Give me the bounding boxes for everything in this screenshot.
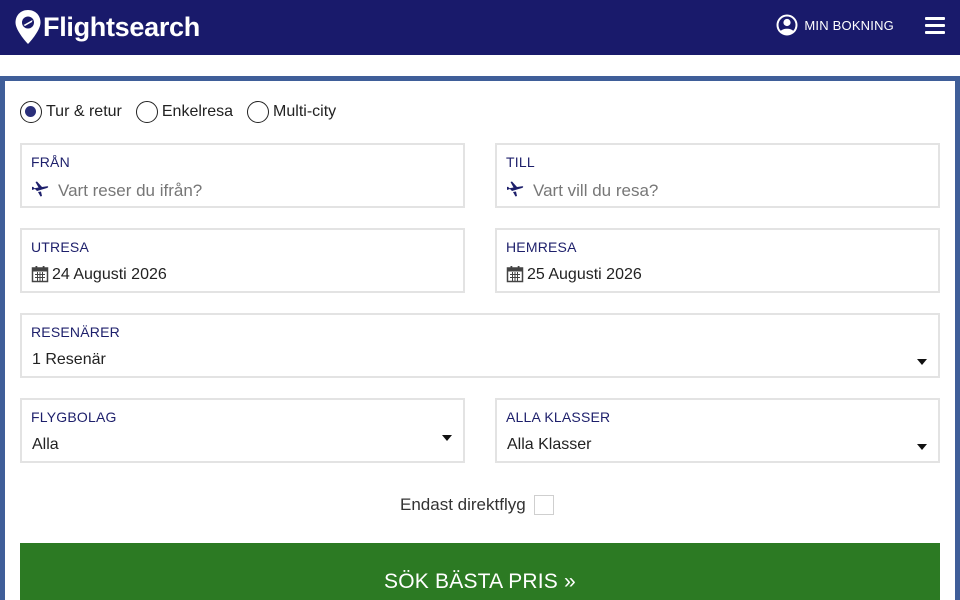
radio-multi-city[interactable]: Multi-city — [247, 101, 336, 123]
departure-date-field[interactable]: UTRESA 24 Augusti 2026 — [20, 228, 465, 293]
airplane-icon — [507, 181, 524, 197]
calendar-icon — [31, 266, 49, 283]
radio-label: Tur & retur — [46, 103, 122, 120]
airplane-icon — [32, 181, 49, 197]
airline-label: FLYGBOLAG — [31, 409, 117, 425]
return-date-value: 25 Augusti 2026 — [527, 266, 642, 283]
return-label: HEMRESA — [506, 239, 577, 255]
departure-label: UTRESA — [31, 239, 89, 255]
my-booking-link[interactable]: MIN BOKNING — [776, 14, 894, 36]
direct-flights-option: Endast direktflyg — [400, 494, 554, 516]
my-booking-label: MIN BOKNING — [804, 17, 894, 33]
to-label: TILL — [506, 154, 535, 170]
direct-flights-checkbox[interactable] — [533, 495, 554, 515]
radio-round-trip[interactable]: Tur & retur — [20, 101, 122, 123]
radio-circle-checked[interactable] — [20, 101, 42, 123]
caret-down-icon — [917, 444, 927, 450]
caret-down-icon — [917, 359, 927, 365]
hamburger-menu-button[interactable] — [925, 17, 945, 35]
map-pin-icon — [15, 10, 41, 44]
search-button[interactable]: SÖK BÄSTA PRIS » — [20, 543, 940, 600]
hamburger-icon — [925, 17, 945, 20]
direct-flights-label: Endast direktflyg — [400, 495, 526, 514]
travelers-value: 1 Resenär — [32, 351, 106, 368]
search-button-label: SÖK BÄSTA PRIS » — [384, 570, 576, 593]
cabin-class-value: Alla Klasser — [507, 436, 592, 453]
from-field[interactable]: FRÅN Vart reser du ifrån? — [20, 143, 465, 208]
travelers-select[interactable]: RESENÄRER 1 Resenär — [20, 313, 940, 378]
top-bar: Flightsearch MIN BOKNING — [0, 0, 960, 55]
from-input[interactable]: Vart reser du ifrån? — [58, 181, 202, 201]
travelers-label: RESENÄRER — [31, 324, 120, 340]
logo-text: Flightsearch — [43, 12, 200, 42]
calendar-icon — [506, 266, 524, 283]
airline-select[interactable]: FLYGBOLAG Alla — [20, 398, 465, 463]
cabin-class-label: ALLA KLASSER — [506, 409, 611, 425]
return-date-field[interactable]: HEMRESA 25 Augusti 2026 — [495, 228, 940, 293]
radio-label: Enkelresa — [161, 103, 234, 120]
caret-down-icon — [442, 435, 452, 441]
from-label: FRÅN — [31, 154, 70, 170]
departure-date-value: 24 Augusti 2026 — [52, 266, 167, 283]
to-field[interactable]: TILL Vart vill du resa? — [495, 143, 940, 208]
trip-type-group: Tur & retur Enkelresa Multi-city — [20, 100, 350, 124]
user-circle-icon — [776, 14, 798, 36]
radio-circle[interactable] — [135, 101, 158, 123]
radio-label: Multi-city — [273, 103, 337, 120]
radio-one-way[interactable]: Enkelresa — [135, 101, 234, 123]
airline-value: Alla — [32, 436, 59, 453]
to-input[interactable]: Vart vill du resa? — [533, 181, 658, 201]
logo[interactable]: Flightsearch — [14, 8, 200, 46]
cabin-class-select[interactable]: ALLA KLASSER Alla Klasser — [495, 398, 940, 463]
radio-circle[interactable] — [247, 101, 270, 123]
